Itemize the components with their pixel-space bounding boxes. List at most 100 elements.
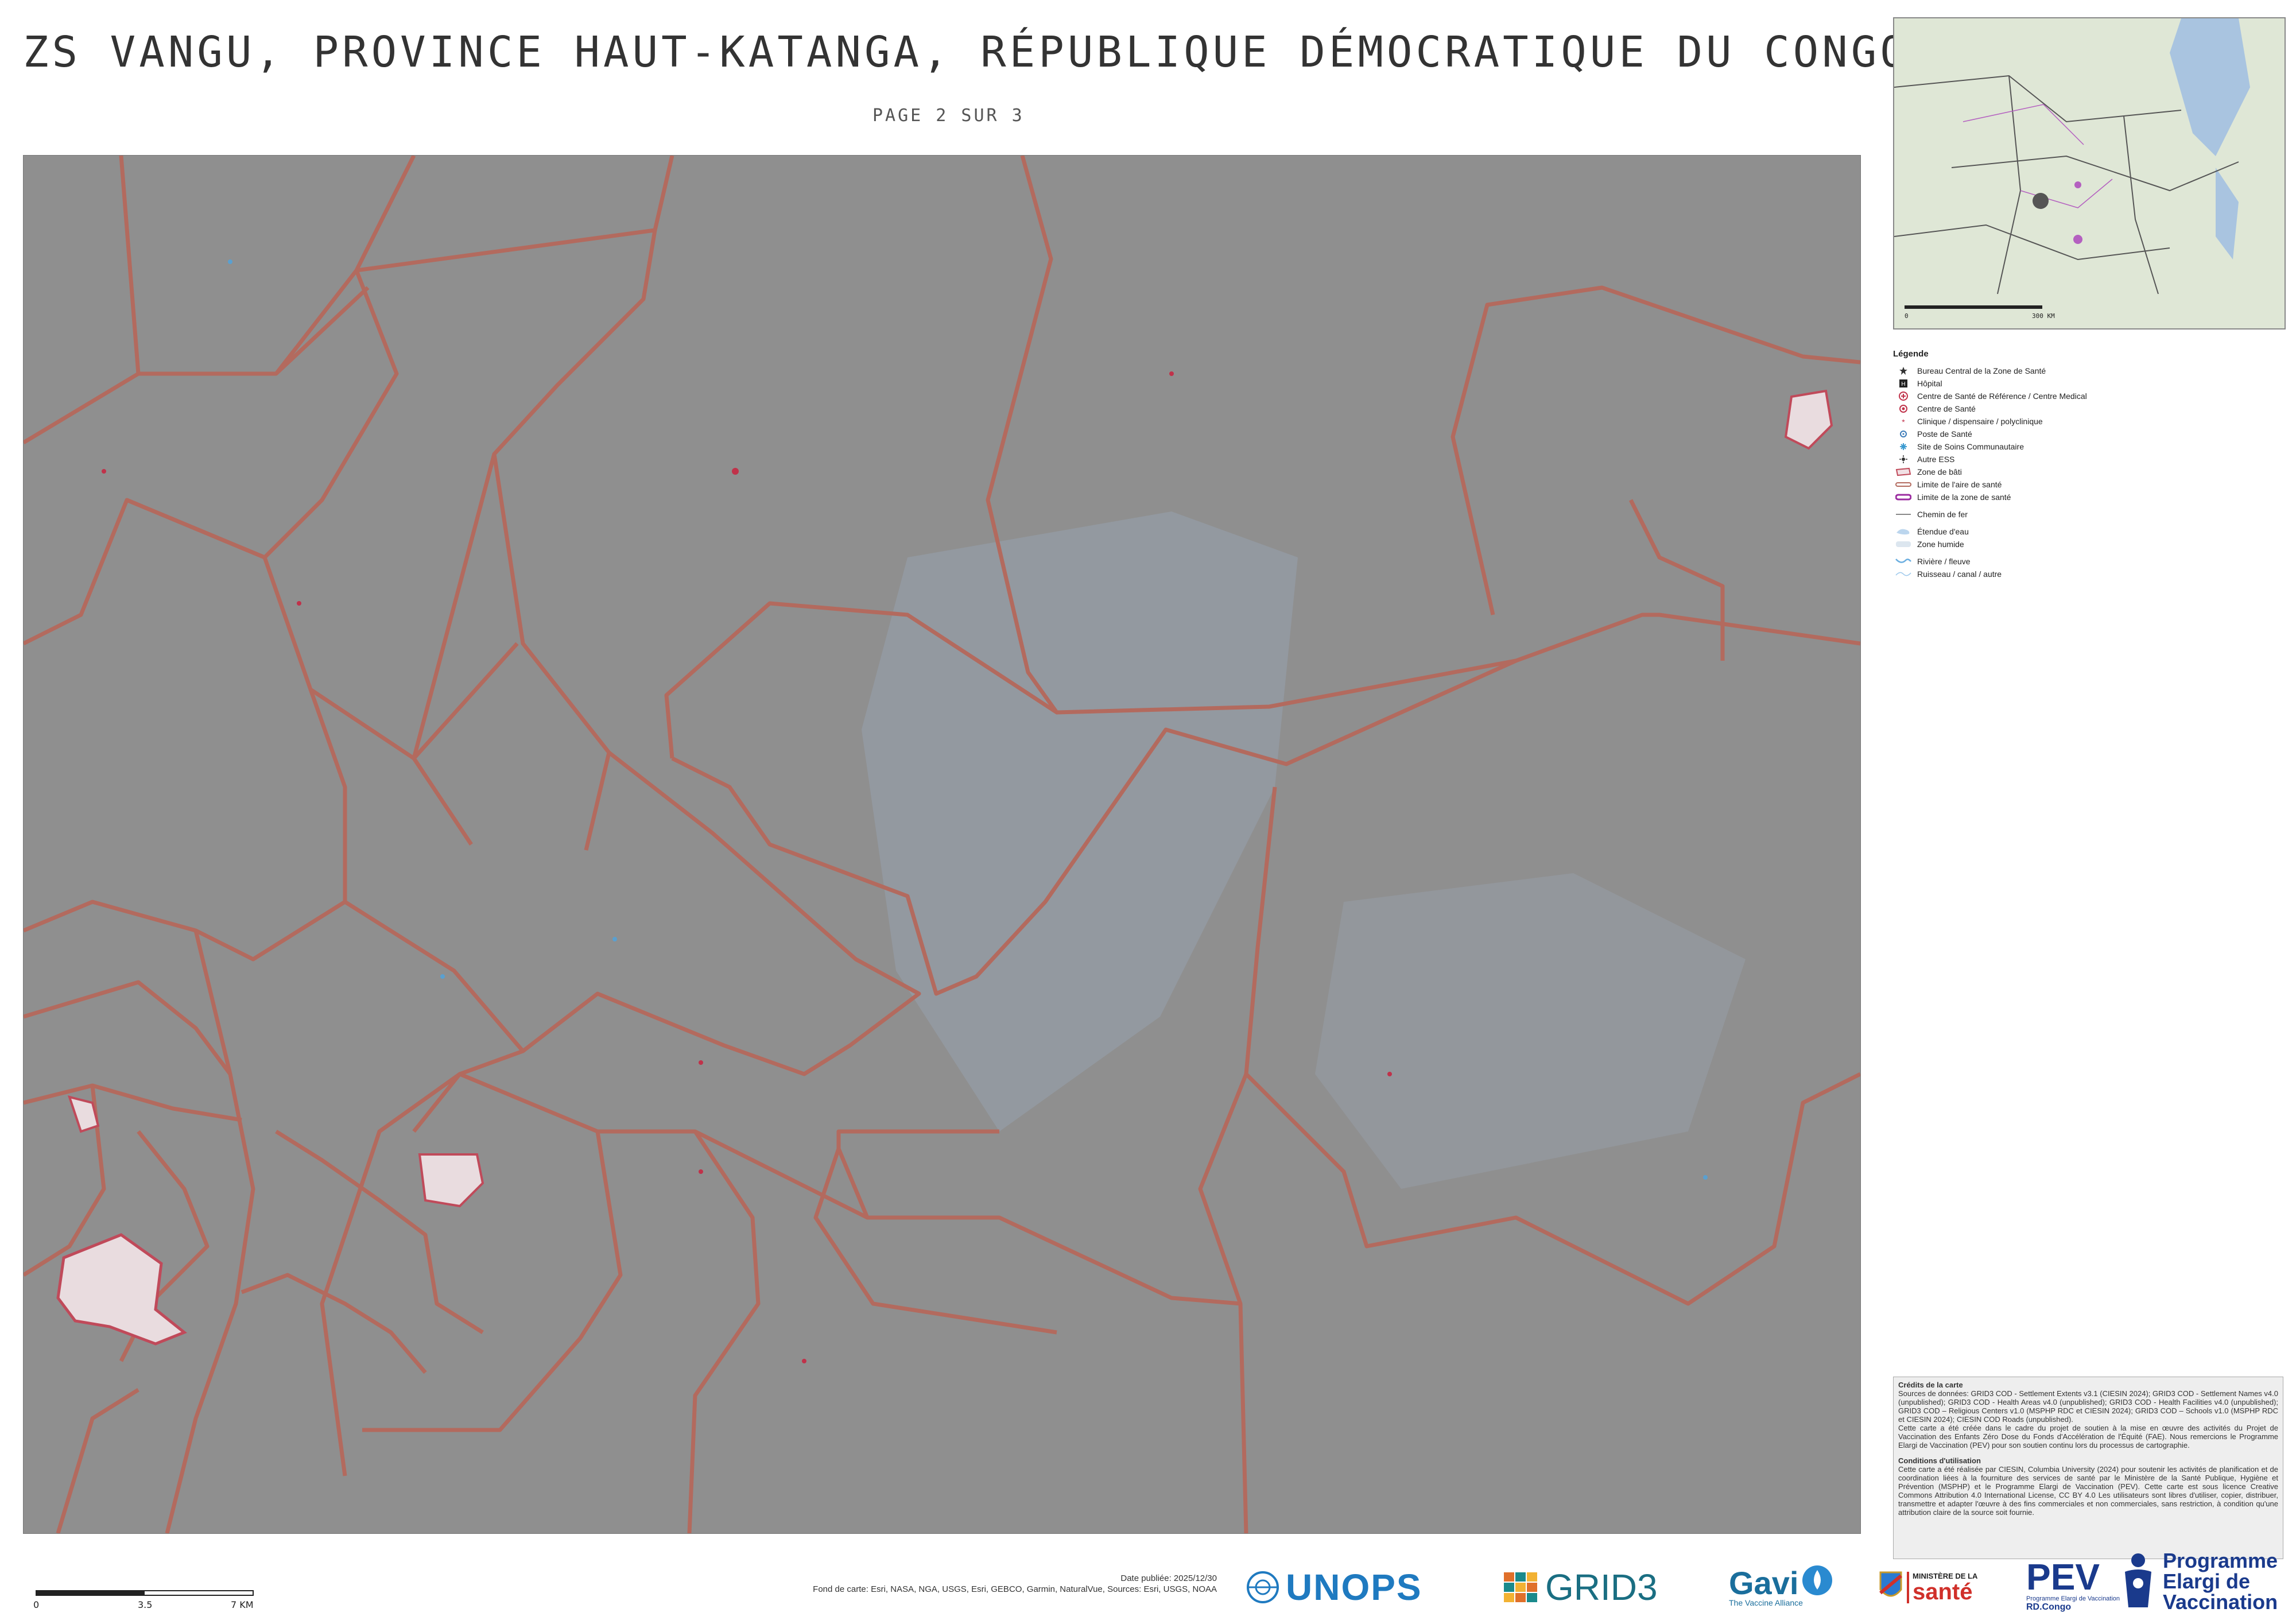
- study-area-marker: [2033, 193, 2049, 209]
- legend-item: Chemin de fer: [1893, 508, 2283, 521]
- legend-item: * Clinique / dispensaire / polyclinique: [1893, 415, 2283, 428]
- pev-logo: PEV Programme Elargi de Vaccination RD.C…: [2026, 1559, 2120, 1616]
- railway-icon: [1895, 510, 1911, 519]
- scale-label-mid: 3.5: [138, 1599, 153, 1610]
- conditions-title: Conditions d'utilisation: [1898, 1456, 1981, 1465]
- wetland-icon: [1895, 540, 1911, 549]
- legend-label: Hôpital: [1917, 379, 1942, 388]
- health-centre-marker: [732, 468, 739, 475]
- drc-coat-of-arms-icon: [1879, 1571, 1902, 1597]
- credits-title: Crédits de la carte: [1898, 1381, 1963, 1389]
- main-map[interactable]: N S E W: [23, 155, 1861, 1534]
- legend-label: Poste de Santé: [1917, 429, 1972, 439]
- legend-label: Site de Soins Communautaire: [1917, 442, 2024, 451]
- scale-label-max: 7 KM: [231, 1599, 254, 1610]
- community-site-marker: [1703, 1175, 1708, 1180]
- map-legend: Légende Bureau Central de la Zone de San…: [1893, 349, 2283, 580]
- svg-text:H: H: [1901, 381, 1905, 387]
- locator-map[interactable]: 0 300 KM: [1893, 17, 2286, 330]
- scale-bar: 0 3.5 7 KM: [33, 1590, 254, 1613]
- legend-label: Clinique / dispensaire / polyclinique: [1917, 417, 2043, 426]
- pev-full-line3: Vaccination: [2163, 1590, 2278, 1614]
- dot-circle-icon: [1895, 404, 1911, 413]
- pev-full-line2: Elargi de: [2163, 1569, 2251, 1593]
- star-icon: [1895, 366, 1911, 375]
- clinic-marker: [102, 469, 106, 474]
- legend-item: Site de Soins Communautaire: [1893, 440, 2283, 453]
- clinic-marker: [1169, 371, 1174, 376]
- legend-label: Limite de la zone de santé: [1917, 493, 2011, 502]
- svg-text:*: *: [1902, 417, 1905, 426]
- legend-label: Zone de bâti: [1917, 467, 1962, 476]
- unops-logo: UNOPS: [1246, 1567, 1422, 1608]
- health-zone-line-icon: [1895, 493, 1911, 502]
- pev-full-line1: Programme: [2163, 1549, 2278, 1572]
- conditions-text: Cette carte a été réalisée par CIESIN, C…: [1898, 1465, 2278, 1517]
- legend-title: Légende: [1893, 349, 1929, 359]
- legend-item: Étendue d'eau: [1893, 525, 2283, 538]
- legend-label: Zone humide: [1917, 540, 1964, 549]
- legend-item: Limite de la zone de santé: [1893, 491, 2283, 503]
- legend-item: Bureau Central de la Zone de Santé: [1893, 365, 2283, 377]
- legend-item: Autre ESS: [1893, 453, 2283, 466]
- legend-label: Chemin de fer: [1917, 510, 1968, 519]
- clinic-marker: [297, 601, 301, 606]
- legend-label: Autre ESS: [1917, 455, 1955, 464]
- legend-label: Ruisseau / canal / autre: [1917, 569, 2002, 579]
- community-site-marker: [440, 974, 445, 979]
- un-emblem-icon: [1247, 1571, 1279, 1603]
- gavi-subtitle: The Vaccine Alliance: [1729, 1598, 1803, 1607]
- legend-label: Limite de l'aire de santé: [1917, 480, 2002, 489]
- credits-box: Crédits de la carte Sources de données: …: [1893, 1377, 2283, 1559]
- pev-subtitle: Programme Elargi de Vaccination: [2026, 1595, 2120, 1602]
- map-title: ZS VANGU, PROVINCE HAUT-KATANGA, RÉPUBLI…: [23, 28, 1909, 77]
- legend-item: Ruisseau / canal / autre: [1893, 568, 2283, 580]
- legend-item: Centre de Santé de Référence / Centre Me…: [1893, 390, 2283, 402]
- built-area-icon: [1895, 467, 1911, 476]
- grid3-grid-icon: [1504, 1572, 1537, 1602]
- hospital-icon: H: [1895, 379, 1911, 388]
- legend-item: H Hôpital: [1893, 377, 2283, 390]
- ring-icon: [1895, 429, 1911, 439]
- basemap-credit: Fond de carte: Esri, NASA, NGA, USGS, Es…: [813, 1584, 1217, 1594]
- sun-icon: [1895, 455, 1911, 464]
- legend-item: Limite de l'aire de santé: [1893, 478, 2283, 491]
- grid3-logo: GRID3: [1503, 1567, 1658, 1608]
- publication-info: Date publiée: 2025/12/30 Fond de carte: …: [689, 1573, 1217, 1595]
- sante-text: santé: [1913, 1579, 1973, 1604]
- legend-label: Centre de Santé de Référence / Centre Me…: [1917, 392, 2087, 401]
- pev-rdc: RD.Congo: [2026, 1602, 2072, 1612]
- programme-elargi-logo: Programme Elargi de Vaccination: [2118, 1550, 2278, 1613]
- legend-item: Centre de Santé: [1893, 402, 2283, 415]
- unops-text: UNOPS: [1286, 1567, 1422, 1608]
- gavi-logo: Gavi The Vaccine Alliance: [1729, 1564, 1833, 1616]
- scale-label-0: 0: [33, 1599, 40, 1610]
- clinic-marker: [699, 1169, 703, 1174]
- inset-scale-max: 300 KM: [2032, 312, 2055, 320]
- credits-sources: Sources de données: GRID3 COD - Settleme…: [1898, 1389, 2278, 1424]
- credits-note: Cette carte a été créée dans le cadre du…: [1898, 1424, 2278, 1449]
- map-canvas: [24, 156, 1860, 1533]
- community-site-marker: [228, 259, 232, 264]
- locator-map-canvas: 0 300 KM: [1894, 18, 2285, 328]
- legend-label: Centre de Santé: [1917, 404, 1976, 413]
- legend-label: Étendue d'eau: [1917, 527, 1969, 536]
- gavi-drop-icon: [1802, 1565, 1832, 1595]
- snowflake-icon: [1895, 442, 1911, 451]
- river-icon: [1895, 557, 1911, 566]
- community-site-marker: [612, 937, 617, 941]
- legend-label: Bureau Central de la Zone de Santé: [1917, 366, 2046, 375]
- legend-item: Zone humide: [1893, 538, 2283, 551]
- page-indicator: PAGE 2 SUR 3: [872, 106, 1025, 126]
- ministere-sante-logo: MINISTÈRE DE LA santé: [1878, 1561, 1977, 1613]
- legend-item: Zone de bâti: [1893, 466, 2283, 478]
- legend-item: Poste de Santé: [1893, 428, 2283, 440]
- stream-icon: [1895, 569, 1911, 579]
- clinic-marker: [802, 1359, 806, 1363]
- family-icon: [2125, 1553, 2151, 1607]
- cross-circle-icon: [1895, 392, 1911, 401]
- publication-date: Date publiée: 2025/12/30: [1120, 1573, 1217, 1583]
- gavi-text: Gavi: [1729, 1565, 1799, 1601]
- scale-bar-graphic: [36, 1590, 254, 1596]
- grid3-text: GRID3: [1545, 1567, 1658, 1608]
